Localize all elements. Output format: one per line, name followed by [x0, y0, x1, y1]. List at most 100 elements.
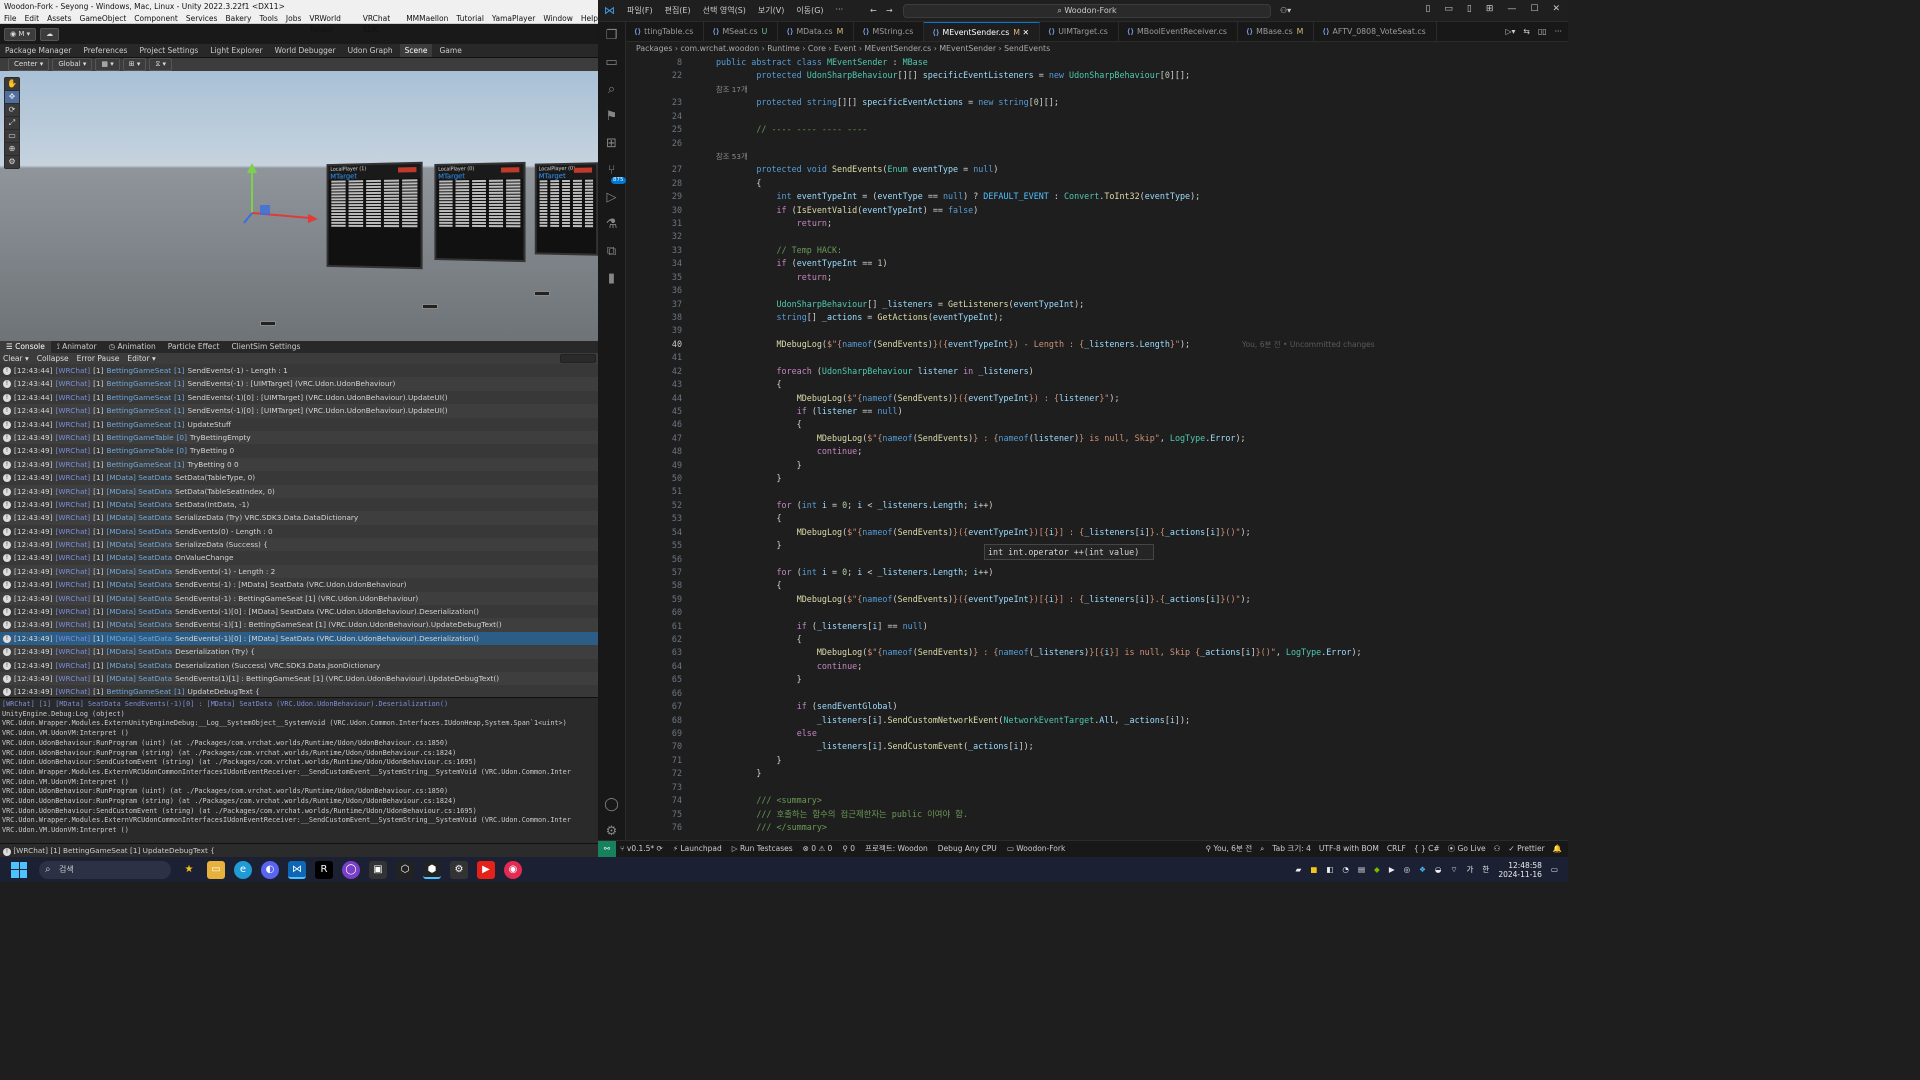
pivot-dropdown[interactable]: Center ▾ — [8, 58, 49, 71]
youtube-icon[interactable]: ▶ — [477, 861, 495, 879]
project-status[interactable]: 프로젝트: Woodon — [865, 841, 928, 857]
vscode-menu-item[interactable]: 편집(E) — [659, 5, 697, 16]
tab-preferences[interactable]: Preferences — [78, 44, 132, 57]
terminal-icon[interactable]: ▣ — [369, 861, 387, 879]
log-entry[interactable]: ! [12:43:49] [WRChat] [1] [MData] SeatData Se… — [0, 511, 598, 524]
blame-status[interactable]: ⚲ You, 6분 전 — [1206, 841, 1253, 857]
forward-arrow-icon[interactable]: → — [886, 6, 893, 15]
tray-app-icon[interactable]: ▶ — [1389, 865, 1395, 874]
tray-app-icon[interactable]: ◆ — [1374, 865, 1380, 874]
copilot-status-icon[interactable]: ⚇ — [1494, 841, 1501, 857]
language-status[interactable]: { } C# — [1414, 841, 1440, 857]
tab-light-explorer[interactable]: Light Explorer — [205, 44, 267, 57]
toggle-panel-icon[interactable]: ▭ — [1444, 4, 1453, 14]
log-entry[interactable]: ! [12:43:49] [WRChat] [1] [MData] SeatData Se… — [0, 605, 598, 618]
bookmark-icon[interactable]: ⚑ — [604, 109, 620, 125]
vscode-menu-item[interactable]: ··· — [830, 5, 850, 16]
close-icon[interactable]: ✕ — [1552, 4, 1560, 14]
rect-tool-icon[interactable]: ▭ — [5, 130, 19, 142]
tab-particle-effect[interactable]: Particle Effect — [162, 341, 226, 353]
space-dropdown[interactable]: Global ▾ — [52, 58, 92, 71]
tab-close-icon[interactable]: ✕ — [1020, 28, 1029, 37]
eol-status[interactable]: CRLF — [1387, 841, 1406, 857]
folder-status[interactable]: ▭ Woodon-Fork — [1007, 841, 1066, 857]
ime-indicator[interactable]: 가 — [1467, 864, 1474, 875]
tray-app-icon[interactable]: ◒ — [1435, 865, 1442, 874]
log-entry[interactable]: ! [12:43:49] [WRChat] [1] [MData] SeatData Se… — [0, 632, 598, 645]
explorer-icon[interactable]: ❐ — [604, 28, 620, 44]
rotate-tool-icon[interactable]: ⟳ — [5, 104, 19, 116]
unity-icon[interactable]: ⬢ — [423, 861, 441, 879]
move-tool-icon[interactable]: ✥ — [5, 91, 19, 103]
notifications-icon[interactable]: 🔔 — [1553, 841, 1562, 857]
account-icon[interactable]: ◯ — [604, 797, 620, 813]
file-explorer-icon[interactable]: ▭ — [207, 861, 225, 879]
editor-tab[interactable]: ⟨⟩ UIMTarget.cs — [1040, 22, 1119, 41]
search-icon[interactable]: ⌕ — [604, 82, 620, 98]
editor-tab[interactable]: ⟨⟩ MBase.cs M — [1238, 22, 1314, 41]
breadcrumb-item[interactable]: Packages — [636, 44, 672, 53]
log-entry[interactable]: ! [12:43:49] [WRChat] [1] [MData] SeatData Se… — [0, 525, 598, 538]
command-center[interactable]: ⌕ Woodon-Fork — [903, 4, 1271, 18]
custom-tool-icon[interactable]: ⚙ — [5, 156, 19, 168]
menu-item-vrworld-toolkit[interactable]: VRWorld Toolkit — [309, 13, 354, 23]
tab-scene[interactable]: Scene — [400, 44, 433, 57]
edge-icon[interactable]: e — [234, 861, 252, 879]
more-actions-icon[interactable]: ··· — [1555, 22, 1562, 42]
menu-item-tools[interactable]: Tools — [259, 13, 277, 23]
ports-status[interactable]: ⚲ 0 — [842, 841, 855, 857]
breadcrumb-item[interactable]: Core — [808, 44, 826, 53]
log-entry[interactable]: ! [12:43:49] [WRChat] [1] [MData] SeatData Se… — [0, 565, 598, 578]
run-icon[interactable]: ▷▾ — [1506, 22, 1516, 42]
tray-app-icon[interactable]: ■ — [1310, 865, 1317, 874]
menu-item-gameobject[interactable]: GameObject — [80, 13, 127, 23]
breadcrumb-item[interactable]: SendEvents — [1004, 44, 1050, 53]
tab-udon-graph[interactable]: Udon Graph — [343, 44, 398, 57]
log-entry[interactable]: ! [12:43:44] [WRChat] [1] BettingGameSeat [1]… — [0, 404, 598, 417]
tray-app-icon[interactable]: ▤ — [1358, 865, 1365, 874]
menu-item-help[interactable]: Help — [581, 13, 598, 23]
tab-animator[interactable]: ⟟ Animator — [51, 341, 103, 353]
breadcrumb-item[interactable]: MEventSender — [939, 44, 996, 53]
clock[interactable]: 12:48:58 2024-11-16 — [1498, 861, 1542, 879]
log-entry[interactable]: ! [12:43:49] [WRChat] [1] [MData] SeatData Se… — [0, 672, 598, 685]
tab-project-settings[interactable]: Project Settings — [134, 44, 203, 57]
start-button[interactable] — [11, 862, 27, 878]
log-entry[interactable]: ! [12:43:49] [WRChat] [1] [MData] SeatData Se… — [0, 578, 598, 591]
log-entry[interactable]: ! [12:43:49] [WRChat] [1] [MData] SeatData Se… — [0, 618, 598, 631]
log-entry[interactable]: ! [12:43:44] [WRChat] [1] BettingGameSeat [1]… — [0, 364, 598, 377]
log-entry[interactable]: ! [12:43:49] [WRChat] [1] [MData] SeatData De… — [0, 645, 598, 658]
vscode-taskbar-icon[interactable]: ⋈ — [288, 861, 306, 879]
codelens-references[interactable]: 참조 53개 — [716, 151, 748, 162]
breadcrumb-item[interactable]: MEventSender.cs — [864, 44, 931, 53]
grid-snap-icon[interactable]: ▦ ▾ — [95, 58, 119, 71]
menu-item-file[interactable]: File — [4, 13, 17, 23]
run-debug-icon[interactable]: ▷ — [604, 190, 620, 206]
copilot-icon[interactable]: ⚇▾ — [1280, 6, 1291, 15]
minimize-icon[interactable]: — — [1507, 4, 1516, 14]
menu-item-window[interactable]: Window — [543, 13, 573, 23]
vscode-menu-item[interactable]: 보기(V) — [752, 5, 790, 16]
editor-tab[interactable]: ⟨⟩ AFTV_0808_VoteSeat.cs — [1314, 22, 1436, 41]
tab-world-debugger[interactable]: World Debugger — [270, 44, 341, 57]
compare-icon[interactable]: ⇆ — [1523, 22, 1530, 42]
editor-tab[interactable]: ⟨⟩ MData.cs M — [778, 22, 854, 41]
menu-item-mmmaellon[interactable]: MMMaellon — [406, 13, 448, 23]
remote-explorer-icon[interactable]: ⧉ — [604, 244, 620, 260]
layout-icon[interactable]: ⊞ — [1486, 4, 1494, 14]
testing-icon[interactable]: ⚗ — [604, 217, 620, 233]
extensions-icon[interactable]: ⊞ — [604, 136, 620, 152]
increment-snap-icon[interactable]: ⊞ ▾ — [123, 58, 147, 71]
tab-size-status[interactable]: Tab 크기: 4 — [1272, 841, 1311, 857]
tray-app-icon[interactable]: ◎ — [1404, 865, 1411, 874]
menu-item-services[interactable]: Services — [186, 13, 218, 23]
zoom-icon[interactable]: ⌕ — [1260, 841, 1264, 857]
log-entry[interactable]: ! [12:43:49] [WRChat] [1] [MData] SeatData Se… — [0, 592, 598, 605]
breadcrumb-item[interactable]: Event — [834, 44, 856, 53]
tray-app-icon[interactable]: ▰ — [1295, 865, 1301, 874]
remote-indicator-icon[interactable]: ⚯ — [598, 841, 616, 857]
widgets-icon[interactable]: ★ — [180, 861, 198, 879]
console-error-pause-button[interactable]: Error Pause — [77, 353, 120, 364]
editor-tab[interactable]: ⟨⟩ ttingTable.cs — [626, 22, 704, 41]
vscode-menu-item[interactable]: 선택 영역(S) — [697, 5, 752, 16]
